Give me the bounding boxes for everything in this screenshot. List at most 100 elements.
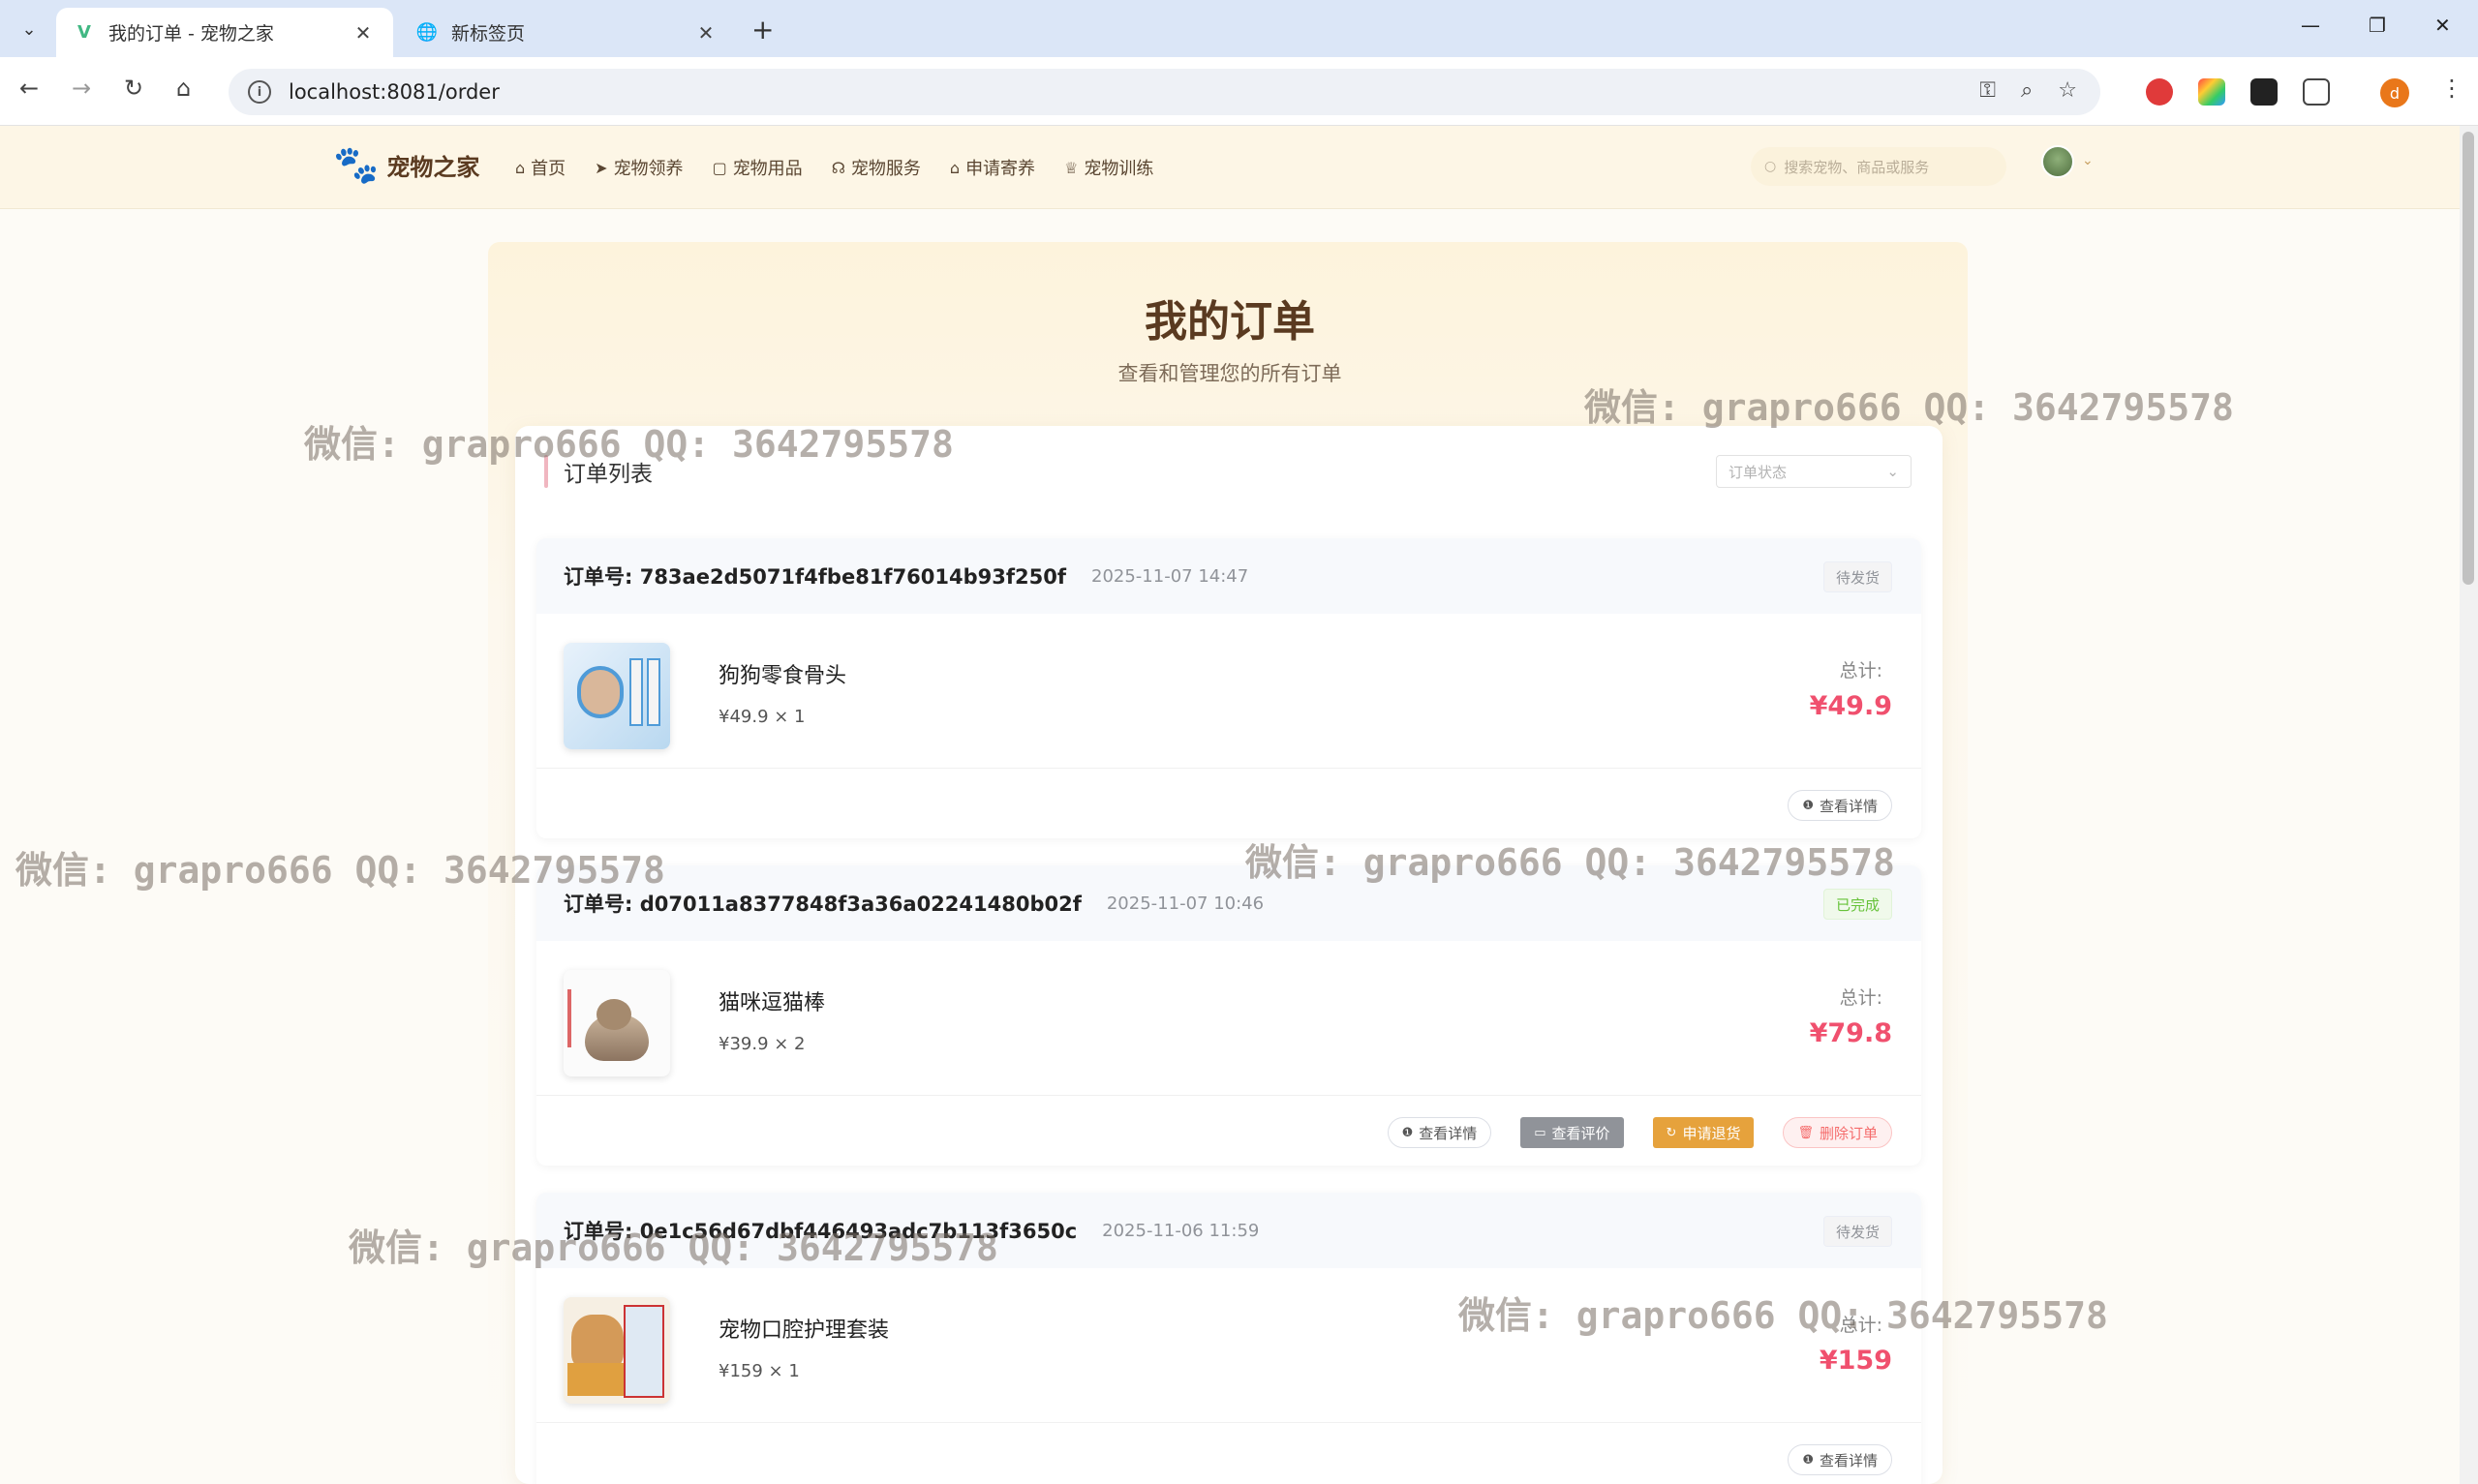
browser-tabstrip: ⌄ V 我的订单 - 宠物之家 ✕ 🌐 新标签页 ✕ + — ❐ ✕ (0, 0, 2478, 57)
order-number: 订单号: 783ae2d5071f4fbe81f76014b93f250f (564, 565, 1066, 589)
order-actions: ❶ 查看详情 ▭ 查看评价 ↻ 申请退货 🗑 删除订单 (536, 1096, 1921, 1166)
order-card: 订单号: 783ae2d5071f4fbe81f76014b93f250f 20… (536, 538, 1921, 838)
watermark-text: 微信: grapro666 QQ: 3642795578 (1245, 841, 1895, 884)
tab-new-tab[interactable]: 🌐 新标签页 ✕ (399, 8, 736, 57)
color-extension-icon[interactable] (2198, 78, 2225, 106)
view-detail-button[interactable]: ❶ 查看详情 (1788, 1444, 1892, 1475)
nav-item-services[interactable]: ☊ 宠物服务 (832, 155, 921, 180)
order-card: 订单号: d07011a8377848f3a36a02241480b02f 20… (536, 865, 1921, 1166)
view-review-button[interactable]: ▭ 查看评价 (1520, 1117, 1624, 1148)
home-icon[interactable]: ⌂ (176, 75, 191, 102)
forward-icon[interactable]: → (72, 75, 91, 102)
key-icon[interactable]: ⚿ (1979, 78, 1996, 103)
product-name: 狗狗零食骨头 (719, 664, 847, 688)
url-text: localhost:8081/order (289, 80, 500, 104)
zoom-icon[interactable]: ⌕ (2021, 78, 2033, 103)
search-icon: ○ (1764, 159, 1777, 174)
puzzle-icon[interactable] (2303, 78, 2330, 106)
product-price-qty: ¥159 × 1 (719, 1361, 800, 1381)
product-image[interactable] (564, 1297, 670, 1404)
new-tab-button[interactable]: + (751, 14, 774, 45)
chevron-down-icon: ⌄ (21, 18, 37, 40)
chevron-down-icon: ⌄ (1886, 463, 1899, 480)
product-image[interactable] (564, 643, 670, 749)
order-item: 猫咪逗猫棒 ¥39.9 × 2 总计: ¥79.8 (536, 941, 1921, 1096)
tab-my-orders[interactable]: V 我的订单 - 宠物之家 ✕ (56, 8, 393, 57)
search-placeholder: 搜索宠物、商品或服务 (1784, 158, 1930, 176)
brand-name: 宠物之家 (386, 154, 480, 181)
watermark-text: 微信: grapro666 QQ: 3642795578 (1458, 1294, 2108, 1337)
comment-icon: ▭ (1534, 1125, 1546, 1140)
view-detail-button[interactable]: ❶ 查看详情 (1788, 790, 1892, 821)
product-image[interactable] (564, 970, 670, 1076)
order-time: 2025-11-07 10:46 (1106, 893, 1265, 914)
nav-item-adoption[interactable]: ➤ 宠物领养 (595, 155, 683, 180)
watermark-text: 微信: grapro666 QQ: 3642795578 (304, 423, 954, 466)
back-icon[interactable]: ← (19, 75, 39, 102)
product-name: 宠物口腔护理套装 (719, 1318, 890, 1343)
home-icon: ⌂ (515, 158, 526, 177)
url-input[interactable]: i localhost:8081/order ⚿ ⌕ ☆ (229, 69, 2100, 115)
nav-item-boarding[interactable]: ⌂ 申请寄养 (950, 155, 1035, 180)
status-badge: 待发货 (1822, 1216, 1892, 1247)
headset-icon: ☊ (831, 158, 845, 177)
nav-item-home[interactable]: ⌂ 首页 (515, 155, 566, 180)
watermark-text: 微信: grapro666 QQ: 3642795578 (15, 849, 665, 892)
total-amount: ¥159 (1819, 1346, 1892, 1376)
nav-item-supplies[interactable]: ▢ 宠物用品 (713, 155, 803, 180)
restore-button[interactable]: ❐ (2369, 14, 2386, 37)
page-scrollbar[interactable] (2460, 126, 2478, 1484)
watermark-text: 微信: grapro666 QQ: 3642795578 (1584, 386, 2234, 429)
info-icon: ❶ (1401, 1125, 1414, 1140)
adblock-extension-icon[interactable] (2146, 78, 2173, 106)
nav-item-training[interactable]: ♕ 宠物训练 (1064, 155, 1153, 180)
chevron-down-icon[interactable]: ⌄ (2082, 153, 2094, 168)
send-icon: ➤ (595, 158, 608, 177)
total-label: 总计: (1839, 660, 1882, 681)
page-title: 我的订单 (1145, 297, 1315, 347)
order-time: 2025-11-07 14:47 (1091, 565, 1249, 587)
order-actions: ❶ 查看详情 (536, 1423, 1921, 1484)
site-info-icon[interactable]: i (248, 80, 271, 104)
profile-avatar[interactable]: d (2380, 78, 2409, 107)
search-input[interactable]: ○ 搜索宠物、商品或服务 (1751, 147, 2006, 186)
site-header: 🐾 宠物之家 ⌂ 首页 ➤ 宠物领养 ▢ 宠物用品 ☊ 宠物服务 ⌂ 申请寄养 ♕ 宠物训练… (0, 126, 2460, 209)
close-icon[interactable]: ✕ (693, 21, 719, 45)
house-icon: ⌂ (949, 158, 961, 177)
product-name: 猫咪逗猫棒 (719, 991, 826, 1015)
vue-logo-icon: V (77, 22, 91, 43)
order-status-select[interactable]: 订单状态 ⌄ (1716, 455, 1912, 488)
tab-search-button[interactable]: ⌄ (12, 12, 46, 46)
tab-title: 我的订单 - 宠物之家 (108, 23, 274, 45)
kebab-menu-icon[interactable]: ⋮ (2440, 75, 2463, 102)
tab-title: 新标签页 (451, 23, 526, 45)
minimize-button[interactable]: — (2301, 14, 2320, 37)
status-badge: 已完成 (1822, 889, 1892, 920)
delete-order-button[interactable]: 🗑 删除订单 (1783, 1117, 1892, 1148)
view-detail-button[interactable]: ❶ 查看详情 (1387, 1117, 1492, 1148)
refresh-icon: ↻ (1666, 1125, 1677, 1140)
user-avatar[interactable] (2041, 145, 2074, 178)
order-actions: ❶ 查看详情 (536, 769, 1921, 838)
main-nav: ⌂ 首页 ➤ 宠物领养 ▢ 宠物用品 ☊ 宠物服务 ⌂ 申请寄养 ♕ 宠物训练 (515, 126, 1153, 209)
total-label: 总计: (1839, 987, 1882, 1009)
request-return-button[interactable]: ↻ 申请退货 (1652, 1117, 1755, 1148)
close-window-button[interactable]: ✕ (2434, 14, 2451, 37)
brand-logo[interactable]: 🐾 宠物之家 (333, 143, 479, 187)
reload-icon[interactable]: ↻ (124, 75, 143, 102)
product-price-qty: ¥49.9 × 1 (719, 707, 806, 727)
product-price-qty: ¥39.9 × 2 (719, 1034, 806, 1054)
info-icon: ❶ (1802, 1452, 1814, 1468)
globe-icon: 🌐 (415, 22, 439, 43)
address-bar: ← → ↻ ⌂ i localhost:8081/order ⚿ ⌕ ☆ d ⋮ (0, 57, 2478, 126)
extension-icon[interactable] (2250, 78, 2278, 106)
order-header: 订单号: 783ae2d5071f4fbe81f76014b93f250f 20… (536, 538, 1921, 614)
total-amount: ¥49.9 (1809, 691, 1892, 721)
status-badge: 待发货 (1822, 561, 1892, 592)
close-icon[interactable]: ✕ (351, 21, 376, 45)
total-amount: ¥79.8 (1809, 1018, 1892, 1048)
star-icon[interactable]: ☆ (2058, 78, 2077, 103)
info-icon: ❶ (1802, 798, 1814, 813)
scrollbar-thumb[interactable] (2463, 132, 2474, 585)
bag-icon: ▢ (712, 158, 727, 177)
